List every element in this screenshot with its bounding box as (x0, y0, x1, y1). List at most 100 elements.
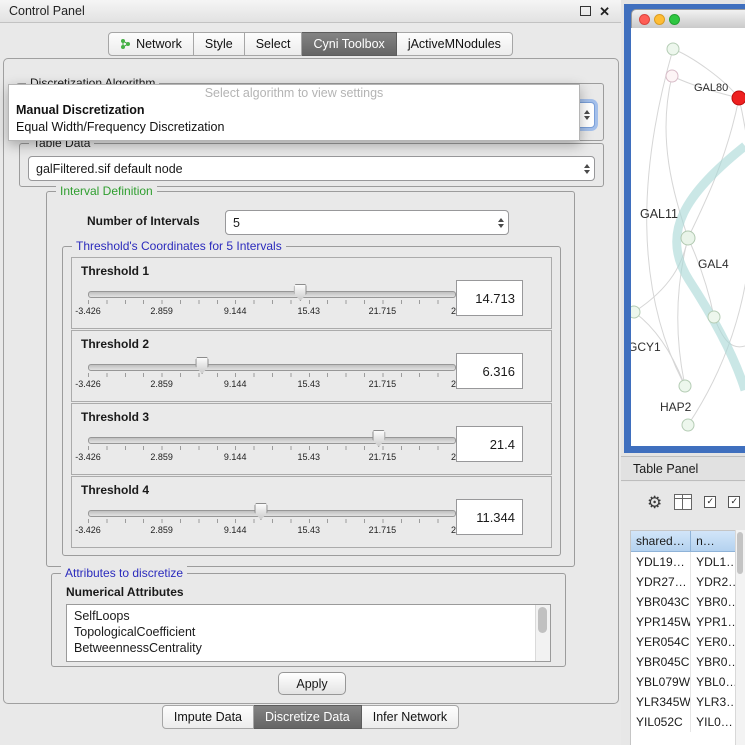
network-node[interactable] (666, 70, 678, 82)
tab-cyni-toolbox[interactable]: Cyni Toolbox (302, 32, 396, 56)
table-row[interactable]: YLR345WYLR3… (631, 692, 745, 712)
threshold-panel: Threshold 3 -3.4262.8599.14415.4321.7152… (71, 403, 552, 475)
column-header[interactable]: shared… (631, 531, 691, 552)
attribute-list-item[interactable]: BetweennessCentrality (74, 640, 550, 656)
table-data-combo[interactable]: galFiltered.sif default node (28, 156, 595, 181)
close-icon[interactable]: ✕ (599, 5, 610, 18)
gear-icon[interactable]: ⚙ (647, 494, 662, 511)
tab-discretize-data[interactable]: Discretize Data (254, 705, 362, 729)
network-node[interactable] (667, 43, 679, 55)
minimize-traffic-light-icon[interactable] (654, 14, 665, 25)
checkbox-icon[interactable]: ✓ (728, 496, 740, 508)
table-row[interactable]: YPR145WYPR1… (631, 612, 745, 632)
table-scrollbar-thumb[interactable] (737, 532, 743, 574)
table-cell[interactable]: YBR043C (631, 592, 691, 612)
table-cell[interactable]: YER054C (631, 632, 691, 652)
algorithm-dropdown-popup: Select algorithm to view settings Manual… (8, 84, 580, 141)
table-cell[interactable]: YLR345W (631, 692, 691, 712)
attribute-list-item[interactable]: SelfLoops (74, 608, 550, 624)
group-label: Interval Definition (56, 184, 157, 199)
network-node[interactable] (679, 380, 691, 392)
checkbox-icon[interactable]: ✓ (704, 496, 716, 508)
slider-track[interactable] (88, 291, 456, 298)
tick-label: 21.715 (369, 306, 397, 316)
table-cell[interactable]: YIL052C (631, 712, 691, 732)
threshold-value-field[interactable]: 21.4 (456, 426, 523, 462)
threshold-value-field[interactable]: 14.713 (456, 280, 523, 316)
slider-thumb[interactable] (254, 503, 267, 520)
network-canvas[interactable]: GAL80 GAL11 GAL4 GCY1 HAP2 (631, 28, 745, 446)
combo-stepper-icon (584, 110, 590, 120)
apply-button[interactable]: Apply (278, 672, 346, 695)
threshold-panel: Threshold 4 -3.4262.8599.14415.4321.7152… (71, 476, 552, 548)
node-table: shared…n… YDL19…YDL1…YDR27…YDR2…YBR043CY… (630, 530, 745, 745)
table-row[interactable]: YER054CYER0… (631, 632, 745, 652)
table-cell[interactable]: YPR145W (631, 612, 691, 632)
close-traffic-light-icon[interactable] (639, 14, 650, 25)
slider-tick-labels: -3.4262.8599.14415.4321.71528 (88, 525, 456, 537)
tab-jactivemnodules[interactable]: jActiveMNodules (397, 32, 513, 56)
tick-label: -3.426 (75, 525, 101, 535)
columns-icon[interactable] (674, 494, 692, 510)
tab-impute-data[interactable]: Impute Data (162, 705, 254, 729)
combo-stepper-icon (584, 164, 590, 174)
slider-track[interactable] (88, 364, 456, 371)
table-row[interactable]: YDR27…YDR2… (631, 572, 745, 592)
table-row[interactable]: YBL079WYBL0… (631, 672, 745, 692)
network-node[interactable] (708, 311, 720, 323)
tab-label: Style (205, 37, 233, 51)
number-of-intervals-combo[interactable]: 5 (225, 210, 509, 235)
threshold-panel: Threshold 1 -3.4262.8599.14415.4321.7152… (71, 257, 552, 329)
table-row[interactable]: YIL052CYIL0… (631, 712, 745, 732)
window-controls: ✕ (580, 5, 610, 18)
slider-track[interactable] (88, 437, 456, 444)
list-scrollbar[interactable] (535, 605, 550, 661)
network-nodes (631, 43, 745, 431)
tick-label: -3.426 (75, 379, 101, 389)
tab-label: Cyni Toolbox (313, 37, 384, 51)
threshold-value-field[interactable]: 11.344 (456, 499, 523, 535)
numerical-attributes-label: Numerical Attributes (66, 585, 184, 599)
table-scrollbar[interactable] (735, 530, 745, 745)
table-row[interactable]: YBR043CYBR0… (631, 592, 745, 612)
threshold-value-field[interactable]: 6.316 (456, 353, 523, 389)
group-label: Attributes to discretize (61, 566, 187, 581)
network-node[interactable] (681, 231, 695, 245)
slider-thumb[interactable] (196, 357, 209, 374)
threshold-slider[interactable]: -3.4262.8599.14415.4321.71528 (88, 282, 456, 324)
threshold-slider[interactable]: -3.4262.8599.14415.4321.71528 (88, 428, 456, 470)
network-node[interactable] (631, 306, 640, 318)
numerical-attributes-list[interactable]: SelfLoopsTopologicalCoefficientBetweenne… (66, 604, 551, 662)
dropdown-option-manual-discretization[interactable]: Manual Discretization (9, 102, 579, 119)
slider-ticks (88, 373, 456, 377)
node-label: GAL80 (694, 82, 728, 94)
zoom-traffic-light-icon[interactable] (669, 14, 680, 25)
float-window-icon[interactable] (580, 6, 591, 16)
dropdown-option-equal-width-frequency[interactable]: Equal Width/Frequency Discretization (9, 119, 579, 136)
slider-thumb[interactable] (294, 284, 307, 301)
slider-track[interactable] (88, 510, 456, 517)
threshold-label: Threshold 2 (81, 337, 149, 351)
network-window-titlebar[interactable] (631, 9, 745, 30)
network-node[interactable] (682, 419, 694, 431)
list-scrollbar-thumb[interactable] (538, 607, 547, 633)
table-cell[interactable]: YBL079W (631, 672, 691, 692)
tab-label: Infer Network (373, 710, 447, 724)
attribute-list-item[interactable]: TopologicalCoefficient (74, 624, 550, 640)
table-row[interactable]: YBR045CYBR0… (631, 652, 745, 672)
table-cell[interactable]: YBR045C (631, 652, 691, 672)
tick-label: 2.859 (150, 525, 173, 535)
table-cell[interactable]: YDL19… (631, 552, 691, 572)
tab-style[interactable]: Style (194, 32, 245, 56)
network-node-selected[interactable] (732, 91, 745, 105)
threshold-slider[interactable]: -3.4262.8599.14415.4321.71528 (88, 355, 456, 397)
number-of-intervals-label: Number of Intervals (87, 214, 200, 228)
tab-select[interactable]: Select (245, 32, 303, 56)
slider-thumb[interactable] (372, 430, 385, 447)
table-cell[interactable]: YDR27… (631, 572, 691, 592)
tab-infer-network[interactable]: Infer Network (362, 705, 459, 729)
table-row[interactable]: YDL19…YDL1… (631, 552, 745, 572)
threshold-slider[interactable]: -3.4262.8599.14415.4321.71528 (88, 501, 456, 543)
attributes-to-discretize-group: Attributes to discretize Numerical Attri… (51, 573, 566, 667)
tab-network[interactable]: Network (108, 32, 194, 56)
